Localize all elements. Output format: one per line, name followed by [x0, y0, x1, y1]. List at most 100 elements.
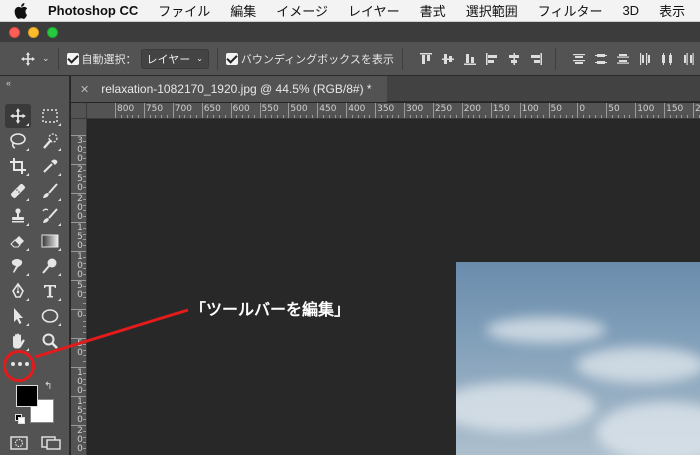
move-tool-preset-icon[interactable] [18, 49, 38, 69]
ruler-minor-tick [247, 115, 249, 118]
ruler-minor-tick [502, 115, 504, 118]
document-tab[interactable]: ✕ relaxation-1082170_1920.jpg @ 44.5% (R… [71, 76, 387, 102]
vertical-ruler[interactable]: 300 250 200 150 100 50 0 50 100 150 200 [71, 119, 87, 455]
ruler-minor-tick [600, 115, 602, 118]
align-right-edges-icon[interactable] [525, 49, 547, 69]
menu-filter[interactable]: フィルター [538, 1, 603, 20]
type-tool-icon[interactable] [37, 279, 63, 303]
blur-tool-icon[interactable] [5, 254, 31, 278]
close-icon[interactable]: ✕ [80, 83, 89, 96]
options-divider [554, 47, 556, 70]
ruler-minor-tick [83, 390, 86, 392]
ruler-major-tick [317, 103, 319, 118]
move-tool-icon[interactable] [5, 104, 31, 128]
distribute-vertical-centers-icon[interactable] [590, 49, 612, 69]
marquee-tool-icon[interactable] [37, 104, 63, 128]
ruler-minor-tick [675, 115, 677, 118]
history-brush-tool-icon[interactable] [37, 204, 63, 228]
zoom-window-button[interactable] [47, 26, 58, 38]
ellipse-tool-icon[interactable] [37, 304, 63, 328]
ruler-minor-tick [669, 115, 671, 118]
ruler-minor-tick [427, 115, 429, 118]
auto-select-checkbox[interactable] [66, 52, 79, 65]
default-colors-icon[interactable] [15, 414, 25, 424]
ruler-minor-tick [83, 413, 86, 415]
eyedropper-tool-icon[interactable] [37, 154, 63, 178]
show-transform-controls-checkbox[interactable] [225, 52, 238, 65]
chevron-down-icon[interactable]: ⌄ [42, 53, 50, 64]
ruler-minor-tick [525, 115, 527, 118]
eraser-tool-icon[interactable] [5, 229, 31, 253]
menu-3d[interactable]: 3D [622, 3, 639, 18]
close-window-button[interactable] [9, 26, 20, 38]
horizontal-ruler[interactable]: 800 750 700 650 600 550 500 450 400 350 300 250 200 1… [87, 103, 700, 119]
quick-mask-icon[interactable] [6, 431, 32, 455]
ruler-minor-tick [294, 115, 296, 118]
align-bottom-edges-icon[interactable] [459, 49, 481, 69]
ruler-origin[interactable] [71, 103, 87, 119]
ruler-minor-tick [565, 115, 567, 118]
more-dot [11, 362, 15, 366]
quick-selection-tool-icon[interactable] [37, 129, 63, 153]
align-top-edges-icon[interactable] [415, 49, 437, 69]
menu-file[interactable]: ファイル [158, 1, 210, 20]
align-left-edges-icon[interactable] [481, 49, 503, 69]
lasso-tool-icon[interactable] [5, 129, 31, 153]
align-horizontal-centers-icon[interactable] [503, 49, 525, 69]
ruler-minor-tick [132, 115, 134, 118]
ruler-label: 150 [666, 104, 684, 114]
swap-colors-icon[interactable]: ↰ [44, 381, 52, 392]
ruler-minor-tick [83, 384, 86, 386]
foreground-color-swatch[interactable] [16, 385, 38, 407]
options-bar: ⌄ 自動選択： レイヤー ⌄ バウンディングボックスを表示 [0, 42, 700, 76]
menu-edit[interactable]: 編集 [230, 1, 256, 20]
ruler-minor-tick [83, 332, 86, 334]
ruler-minor-tick [438, 115, 440, 118]
ruler-minor-tick [83, 291, 86, 293]
path-selection-tool-icon[interactable] [5, 304, 31, 328]
zoom-tool-icon[interactable] [37, 329, 63, 353]
ruler-minor-tick [83, 378, 86, 380]
document-image[interactable] [456, 262, 700, 455]
ruler-minor-tick [421, 115, 423, 118]
ruler-minor-tick [531, 115, 533, 118]
distribute-right-icon[interactable] [678, 49, 700, 69]
ruler-minor-tick [83, 169, 86, 171]
menu-type[interactable]: 書式 [420, 1, 446, 20]
ruler-major-tick [404, 103, 405, 118]
edit-toolbar-button[interactable] [11, 362, 29, 366]
ruler-minor-tick [513, 115, 515, 118]
collapse-panel-icon[interactable]: ‹‹ [6, 78, 11, 88]
menu-image[interactable]: イメージ [276, 1, 328, 20]
clone-stamp-tool-icon[interactable] [5, 204, 31, 228]
screen-mode-icon[interactable] [38, 431, 64, 455]
ruler-minor-tick [83, 198, 86, 200]
ruler-label: 300 [406, 104, 424, 114]
ruler-minor-tick [83, 175, 86, 177]
brush-tool-icon[interactable] [37, 179, 63, 203]
align-vertical-centers-icon[interactable] [437, 49, 459, 69]
distribute-horizontal-centers-icon[interactable] [656, 49, 678, 69]
ruler-minor-tick [83, 256, 86, 258]
ruler-label: 550 [261, 104, 279, 114]
gradient-tool-icon[interactable] [37, 229, 63, 253]
pen-tool-icon[interactable] [5, 279, 31, 303]
distribute-left-icon[interactable] [634, 49, 656, 69]
healing-brush-tool-icon[interactable] [5, 179, 31, 203]
distribute-top-icon[interactable] [568, 49, 590, 69]
ruler-major-tick [548, 103, 550, 118]
auto-select-dropdown[interactable]: レイヤー ⌄ [140, 48, 209, 69]
menu-layer[interactable]: レイヤー [348, 1, 400, 20]
ruler-minor-tick [83, 262, 86, 264]
ruler-minor-tick [83, 274, 86, 276]
minimize-window-button[interactable] [28, 26, 39, 38]
dodge-tool-icon[interactable] [37, 254, 63, 278]
menu-view[interactable]: 表示 [659, 1, 685, 20]
ruler-major-tick [375, 103, 377, 118]
crop-tool-icon[interactable] [5, 154, 31, 178]
apple-icon[interactable] [14, 2, 28, 19]
menu-app-name[interactable]: Photoshop CC [48, 3, 138, 18]
menu-select[interactable]: 選択範囲 [466, 1, 518, 20]
ruler-minor-tick [398, 115, 400, 118]
distribute-bottom-icon[interactable] [612, 49, 634, 69]
